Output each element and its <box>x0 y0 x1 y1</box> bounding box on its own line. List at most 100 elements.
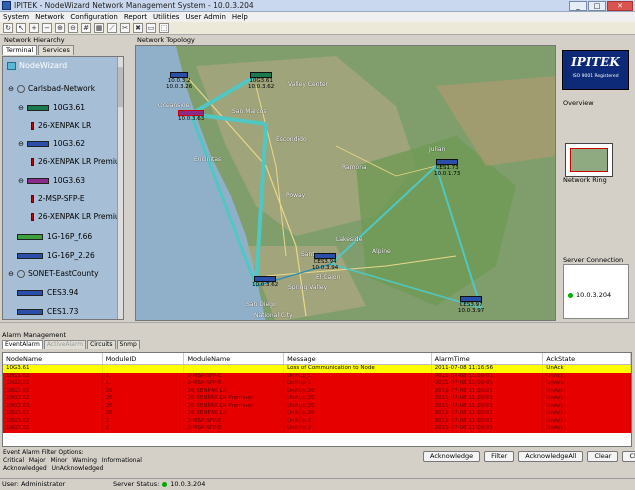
menu-help[interactable]: Help <box>232 12 248 22</box>
menu-configuration[interactable]: Configuration <box>70 12 117 22</box>
column-header[interactable]: Message <box>284 353 432 364</box>
tab-activealarm[interactable]: ActiveAlarm <box>43 340 87 349</box>
network-topology-panel: Network Topology Oceanside Valley Center <box>135 36 556 321</box>
overview-map[interactable] <box>565 143 613 177</box>
column-header[interactable]: NodeName <box>3 353 103 364</box>
filter-informational[interactable]: Informational <box>102 457 142 464</box>
zoom-out-icon[interactable]: − <box>42 23 52 33</box>
filter-warning[interactable]: Warning <box>72 457 97 464</box>
card-icon <box>31 157 34 166</box>
tree-root[interactable]: NodeWizard <box>7 61 67 70</box>
acknowledge-button[interactable]: Acknowledge <box>423 451 481 462</box>
minimize-button[interactable]: _ <box>569 1 587 11</box>
table-row[interactable]: 10G3.62 1 2-MSP-SFP-E UnitUp 1 2011-07-08 11… <box>3 372 631 380</box>
zoom-fit-icon[interactable]: ⊕ <box>55 23 65 33</box>
tab-circuits[interactable]: Circuits <box>87 340 116 349</box>
tab-eventalarm[interactable]: EventAlarm <box>2 340 43 349</box>
collapse-icon[interactable]: ⊖ <box>7 270 15 278</box>
acknowledge-all-button[interactable]: AcknowledgeAll <box>518 451 584 462</box>
splitter[interactable] <box>0 322 635 330</box>
menu-user-admin[interactable]: User Admin <box>185 12 226 22</box>
tab-snmp[interactable]: Snmp <box>116 340 140 349</box>
filter-unacknowledged[interactable]: UnAcknowledged <box>52 465 104 472</box>
link-icon[interactable]: ⟋ <box>107 23 117 33</box>
map-node[interactable]: CES3.94 10.0.3.94 <box>312 253 338 271</box>
menu-utilities[interactable]: Utilities <box>153 12 179 22</box>
close-button[interactable]: ✕ <box>607 1 633 11</box>
node-icon[interactable]: ▭ <box>146 23 156 33</box>
map-place: Encinitas <box>194 156 222 163</box>
tree-item-26-xenpak-lr-premium[interactable]: 26-XENPAK LR Premium <box>31 157 123 166</box>
tree-item-1g-16p-226[interactable]: 1G-16P_2.26 <box>17 251 95 260</box>
map-node[interactable]: CES3.97 10.0.3.97 <box>458 296 484 314</box>
map-node[interactable]: 10.0.3.63 <box>178 110 204 122</box>
table-row[interactable]: 10G3.61 26 26-XENPAK LR UnitUp 26 2011-07-08… <box>3 387 631 395</box>
filter-acknowledged[interactable]: Acknowledged <box>3 465 47 472</box>
map-node[interactable]: 10G3.61 10.0.3.62 <box>248 72 274 90</box>
zoom-reset-icon[interactable]: ⊖ <box>68 23 78 33</box>
table-row[interactable]: 10G3.62 2 2-MSP-SFP-E UnitUp 2 2011-07-08 11… <box>3 417 631 425</box>
table-row[interactable]: 10G3.61 Loss of Communication to Node 2011… <box>3 365 631 373</box>
clear-button[interactable]: Clear <box>587 451 619 462</box>
table-cell: UnAck <box>543 395 631 403</box>
collapse-icon[interactable]: ⊖ <box>17 140 25 148</box>
tree-item-10g3-63[interactable]: ⊖ 10G3.63 <box>17 176 85 185</box>
map-node[interactable]: 10.0.3.2 10.0.3.26 <box>166 72 192 90</box>
tree-item-1g-16p-f66[interactable]: 1G-16P_f.66 <box>17 232 92 241</box>
table-cell: UnAck <box>543 372 631 380</box>
tab-services[interactable]: Services <box>38 45 74 55</box>
alarm-buttons: Acknowledge Filter AcknowledgeAll Clear … <box>423 451 635 462</box>
select-icon[interactable]: ⬚ <box>159 23 169 33</box>
topology-map[interactable]: Oceanside Valley Center San Marcos Escon… <box>135 45 556 321</box>
tab-terminal[interactable]: Terminal <box>2 45 38 55</box>
menu-system[interactable]: System <box>3 12 29 22</box>
maximize-button[interactable]: □ <box>588 1 606 11</box>
table-cell: 10G3.63 <box>3 402 103 410</box>
table-cell: 2011-07-08 11:16:56 <box>432 365 544 373</box>
menu-report[interactable]: Report <box>124 12 147 22</box>
menu-network[interactable]: Network <box>35 12 64 22</box>
network-tree[interactable]: NodeWizard ⊖ Carlsbad-Network ⊖ 10G3.61 … <box>2 56 124 320</box>
filter-critical[interactable]: Critical <box>3 457 24 464</box>
pointer-icon[interactable]: ↖ <box>16 23 26 33</box>
tree-item-10g3-61[interactable]: ⊖ 10G3.61 <box>17 103 85 112</box>
cut-icon[interactable]: ✂ <box>120 23 130 33</box>
column-header[interactable]: AckState <box>543 353 631 364</box>
window-title: IPITEK - NodeWizard Network Management S… <box>14 1 254 10</box>
column-header[interactable]: AlarmTime <box>432 353 544 364</box>
tree-item-ces1-73[interactable]: CES1.73 <box>17 307 78 316</box>
table-row[interactable]: 10G3.61 26 26-XENPAK LR UnitUp 26 2011-07-08… <box>3 410 631 418</box>
card-icon <box>31 121 34 130</box>
tree-item-26-xenpak-lr[interactable]: 26-XENPAK LR <box>31 121 91 130</box>
zoom-in-icon[interactable]: + <box>29 23 39 33</box>
delete-icon[interactable]: ✖ <box>133 23 143 33</box>
tree-scrollbar[interactable] <box>117 57 123 319</box>
tree-item-10g3-62[interactable]: ⊖ 10G3.62 <box>17 139 85 148</box>
table-row[interactable]: 10G3.62 26 26-XENPAK LR Premium UnitUp 26 20… <box>3 395 631 403</box>
map-node[interactable]: CES1.73 10.0.1.73 <box>434 159 460 177</box>
layout-icon[interactable]: ▦ <box>94 23 104 33</box>
tree-item-26-xenpak-lr-premium-2[interactable]: 26-XENPAK LR Premium <box>31 212 123 221</box>
map-node[interactable]: 10.0.3.62 <box>252 276 278 288</box>
grid-icon[interactable]: # <box>81 23 91 33</box>
filter-minor[interactable]: Minor <box>51 457 68 464</box>
tree-item-carlsbad-network[interactable]: ⊖ Carlsbad-Network <box>7 84 95 93</box>
tree-item-2-msp-sfp-e[interactable]: 2-MSP-SFP-E <box>31 194 85 203</box>
tree-item-sonet-eastcounty[interactable]: ⊖ SONET-EastCounty <box>7 269 98 278</box>
table-cell: 1 <box>103 372 185 380</box>
filter-major[interactable]: Major <box>29 457 46 464</box>
collapse-icon[interactable]: ⊖ <box>17 104 25 112</box>
column-header[interactable]: ModuleName <box>184 353 285 364</box>
column-header[interactable]: ModuleID <box>103 353 185 364</box>
refresh-icon[interactable]: ↻ <box>3 23 13 33</box>
table-row[interactable]: 10G3.61 2 2-MSP-SFP-E UnitUp 2 2011-07-08 11… <box>3 425 631 433</box>
collapse-icon[interactable]: ⊖ <box>7 85 15 93</box>
filter-button[interactable]: Filter <box>484 451 515 462</box>
table-row[interactable]: 10G3.61 1 2-MSP-SFP-E UnitUp 1 2011-07-08 11… <box>3 380 631 388</box>
status-dot-icon <box>162 482 168 487</box>
table-row[interactable]: 10G3.63 26 26-XENPAK LR Premium UnitUp 26 20… <box>3 402 631 410</box>
menu-bar: System Network Configuration Report Util… <box>0 12 635 22</box>
collapse-icon[interactable]: ⊖ <box>17 177 25 185</box>
clear-all-button[interactable]: ClearAll <box>622 451 635 462</box>
tree-item-ces3-94[interactable]: CES3.94 <box>17 288 78 297</box>
